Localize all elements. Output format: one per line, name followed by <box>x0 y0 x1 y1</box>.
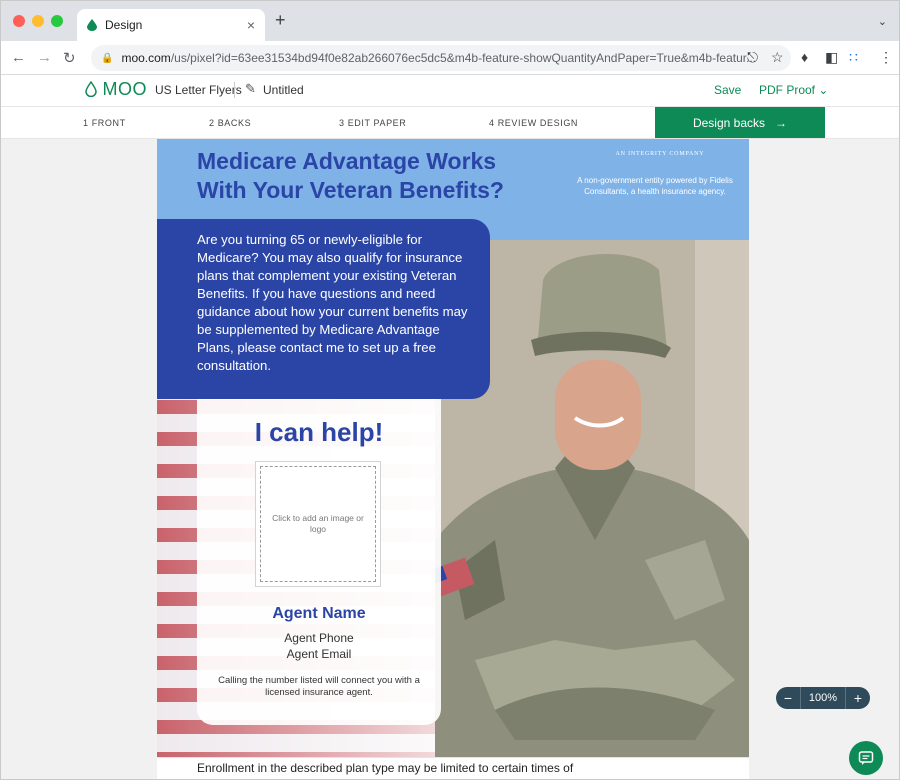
url-field[interactable]: 🔒 moo.com /us/pixel?id=63ee31534bd94f0e8… <box>91 45 791 71</box>
brand-tagline: AN INTEGRITY COMPANY <box>615 151 705 157</box>
url-path: /us/pixel?id=63ee31534bd94f0e82ab266076e… <box>170 51 757 65</box>
tab-title: Design <box>105 18 143 32</box>
arrow-right-icon: → <box>775 115 788 130</box>
document-name[interactable]: Untitled <box>263 83 304 97</box>
close-window-button[interactable] <box>13 15 25 27</box>
minimize-window-button[interactable] <box>32 15 44 27</box>
chat-icon <box>858 751 874 765</box>
tab-search-chevron-icon[interactable]: ⌄ <box>878 15 887 28</box>
zoom-in-button[interactable]: + <box>846 687 870 709</box>
step-backs[interactable]: 2 BACKS <box>209 118 251 128</box>
browser-tab-design[interactable]: Design × <box>77 9 265 41</box>
save-button[interactable]: Save <box>714 83 741 97</box>
zoom-control: − 100% + <box>776 687 870 709</box>
lock-icon: 🔒 <box>101 52 114 64</box>
logo-upload-box[interactable]: Click to add an image or logo <box>255 461 381 587</box>
app-header: MOO US Letter Flyers ✎ Untitled Save PDF… <box>1 75 899 107</box>
step-navigation: 1 FRONT 2 BACKS 3 EDIT PAPER 4 REVIEW DE… <box>1 107 899 139</box>
address-bar-row: ← → ↻ 🔒 moo.com /us/pixel?id=63ee31534bd… <box>1 41 899 75</box>
bookmark-star-icon[interactable]: ☆ <box>771 49 784 66</box>
back-arrow-icon[interactable]: ← <box>11 49 26 66</box>
image-placeholder: Click to add an image or logo <box>260 466 376 582</box>
step-review-design[interactable]: 4 REVIEW DESIGN <box>489 118 578 128</box>
can-help-heading[interactable]: I can help! <box>197 417 441 448</box>
pdf-proof-label: PDF Proof <box>759 83 816 97</box>
browser-window: Design × + ⌄ ← → ↻ 🔒 moo.com /us/pixel?i… <box>0 0 900 780</box>
calling-note[interactable]: Calling the number listed will connect y… <box>211 675 427 699</box>
sidebar-icon[interactable]: ◧ <box>825 49 838 66</box>
logo-text: MOO <box>102 79 148 99</box>
agent-card: I can help! Click to add an image or log… <box>197 399 441 725</box>
step-edit-paper[interactable]: 3 EDIT PAPER <box>339 118 406 128</box>
forward-arrow-icon[interactable]: → <box>37 49 52 66</box>
url-host: moo.com <box>121 51 171 65</box>
pdf-proof-button[interactable]: PDF Proof ⌄ <box>759 83 828 97</box>
enrollment-text[interactable]: Enrollment in the described plan type ma… <box>197 761 573 775</box>
product-name: US Letter Flyers <box>155 83 242 97</box>
brand-description[interactable]: A non-government entity powered by Fidel… <box>561 175 749 197</box>
share-icon[interactable]: ⎋ <box>747 49 758 66</box>
zoom-out-button[interactable]: − <box>776 687 800 709</box>
agent-name[interactable]: Agent Name <box>197 605 441 623</box>
kebab-menu-icon[interactable]: ⋮ <box>879 49 893 66</box>
design-backs-button[interactable]: Design backs → <box>655 107 825 138</box>
intro-text: Are you turning 65 or newly-eligible for… <box>197 232 468 373</box>
reload-icon[interactable]: ↻ <box>63 49 76 67</box>
intro-box[interactable]: Are you turning 65 or newly-eligible for… <box>157 219 490 399</box>
flyer-back-strip: Enrollment in the described plan type ma… <box>157 757 749 779</box>
headline-line-2: With Your Veteran Benefits? <box>197 177 504 203</box>
tab-bar: Design × + ⌄ <box>1 1 899 41</box>
zoom-level: 100% <box>800 687 846 709</box>
moo-drop-icon <box>87 19 97 31</box>
new-tab-button[interactable]: + <box>275 10 286 31</box>
chevron-down-icon: ⌄ <box>818 83 829 97</box>
extension-dots-icon[interactable]: ∷ <box>849 49 858 66</box>
extensions-puzzle-icon[interactable]: ♦ <box>801 49 808 65</box>
design-backs-label: Design backs <box>692 115 766 130</box>
maximize-window-button[interactable] <box>51 15 63 27</box>
pencil-icon[interactable]: ✎ <box>245 81 256 97</box>
headline-line-1: Medicare Advantage Works <box>197 148 497 174</box>
design-canvas: Medicare Advantage Works With Your Veter… <box>1 139 899 779</box>
flyer-headline[interactable]: Medicare Advantage Works With Your Veter… <box>197 147 577 205</box>
agent-email[interactable]: Agent Email <box>197 647 441 661</box>
moo-drop-logo-icon <box>85 80 97 98</box>
tab-close-icon[interactable]: × <box>247 17 255 33</box>
flyer-front[interactable]: Medicare Advantage Works With Your Veter… <box>157 139 749 779</box>
chat-button[interactable] <box>849 741 883 775</box>
step-front[interactable]: 1 FRONT <box>83 118 126 128</box>
header-divider <box>234 82 235 98</box>
moo-logo[interactable]: MOO <box>85 79 147 100</box>
agent-phone[interactable]: Agent Phone <box>197 631 441 645</box>
